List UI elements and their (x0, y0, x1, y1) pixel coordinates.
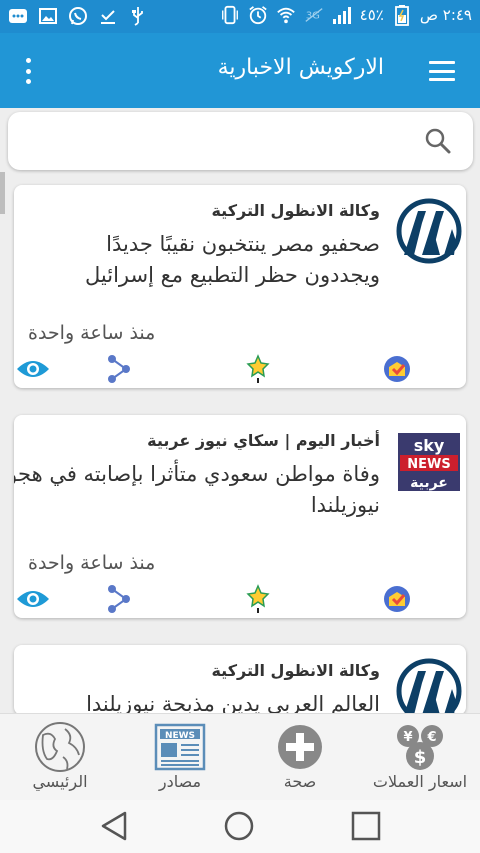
eye-icon[interactable] (16, 352, 50, 386)
eye-icon[interactable] (16, 582, 50, 616)
news-icon-text: NEWS (165, 731, 195, 741)
aa-logo (396, 193, 462, 265)
hamburger-menu-button[interactable] (426, 57, 458, 85)
status-bar: 3G ٤٥٪ ٢:٤٩ ص (0, 0, 480, 33)
card-headline[interactable]: صحفيو مصر ينتخبون نقيبًا جديدًا ويجددون … (30, 229, 380, 291)
battery-percent: ٤٥٪ (359, 6, 384, 24)
share-icon[interactable] (102, 582, 136, 616)
notification-icons (8, 6, 148, 26)
whatsapp-icon (68, 6, 88, 26)
nav-home[interactable]: الرئيسي (0, 714, 120, 801)
nav-home-label: الرئيسي (32, 772, 88, 791)
search-input[interactable] (22, 120, 412, 162)
battery-icon (392, 5, 412, 26)
sky-news-logo: sky NEWS عربية (396, 423, 462, 495)
news-card[interactable]: sky NEWS عربية أخبار اليوم | سكاي نيوز ع… (14, 415, 466, 618)
svg-text:$: $ (414, 747, 427, 768)
svg-text:¥: ¥ (403, 730, 412, 745)
bottom-navigation: الرئيسي NEWS مصادر صحة ¥ € $ اسعار العملات (0, 713, 480, 800)
news-card[interactable]: وكالة الانظول التركية العالم العربي يدين… (14, 645, 466, 715)
vibrate-icon (220, 5, 240, 25)
news-logo-text: NEWS (407, 457, 450, 472)
system-navigation-bar (0, 800, 480, 853)
card-actions (14, 582, 466, 616)
card-source: أخبار اليوم | سكاي نيوز عربية (147, 431, 380, 450)
card-headline[interactable]: العالم العربي يدين مذبحة نيوزيلندا (30, 689, 380, 715)
usb-icon (128, 6, 148, 26)
news-card[interactable]: وكالة الانظول التركية صحفيو مصر ينتخبون … (14, 185, 466, 388)
scroll-indicator[interactable] (0, 172, 5, 214)
sky-logo-text: sky (414, 436, 445, 455)
mobile-data-off-icon: 3G (304, 5, 324, 25)
app-title: الاركويش الاخبارية (217, 55, 384, 80)
download-done-icon (98, 6, 118, 26)
card-timestamp: منذ ساعة واحدة (28, 322, 156, 344)
home-button[interactable] (219, 808, 259, 844)
system-status-icons: 3G ٤٥٪ ٢:٤٩ ص (220, 5, 472, 26)
nav-currency[interactable]: ¥ € $ اسعار العملات (360, 714, 480, 801)
card-headline[interactable]: وفاة مواطن سعودي متأثرا بإصابته في هجوم … (14, 459, 380, 521)
message-icon (8, 6, 28, 26)
nav-currency-label: اسعار العملات (372, 772, 468, 791)
card-source: وكالة الانظول التركية (211, 661, 380, 680)
search-icon[interactable] (423, 126, 453, 156)
card-actions (14, 352, 466, 386)
card-timestamp: منذ ساعة واحدة (28, 552, 156, 574)
globe-icon (32, 720, 88, 774)
search-bar (8, 112, 473, 170)
currency-icon: ¥ € $ (392, 720, 448, 774)
clock: ٢:٤٩ ص (419, 6, 472, 24)
add-source-icon[interactable] (380, 352, 414, 386)
add-source-icon[interactable] (380, 582, 414, 616)
wifi-icon (276, 5, 296, 25)
nav-health-label: صحة (283, 772, 317, 791)
news-icon: NEWS (152, 720, 208, 774)
nav-sources-label: مصادر (158, 772, 202, 791)
arabia-logo-text: عربية (410, 475, 448, 491)
aa-logo (396, 653, 462, 715)
share-icon[interactable] (102, 352, 136, 386)
recent-apps-button[interactable] (346, 808, 386, 844)
health-plus-icon (272, 720, 328, 774)
nav-sources[interactable]: NEWS مصادر (120, 714, 240, 801)
favorite-star-icon[interactable] (241, 352, 275, 386)
card-source: وكالة الانظول التركية (211, 201, 380, 220)
signal-icon (332, 5, 352, 25)
app-bar: الاركويش الاخبارية (0, 33, 480, 108)
alarm-icon (248, 5, 268, 25)
more-options-button[interactable] (18, 55, 38, 87)
image-icon (38, 6, 58, 26)
nav-health[interactable]: صحة (240, 714, 360, 801)
favorite-star-icon[interactable] (241, 582, 275, 616)
back-button[interactable] (94, 808, 134, 844)
svg-text:€: € (426, 730, 436, 745)
